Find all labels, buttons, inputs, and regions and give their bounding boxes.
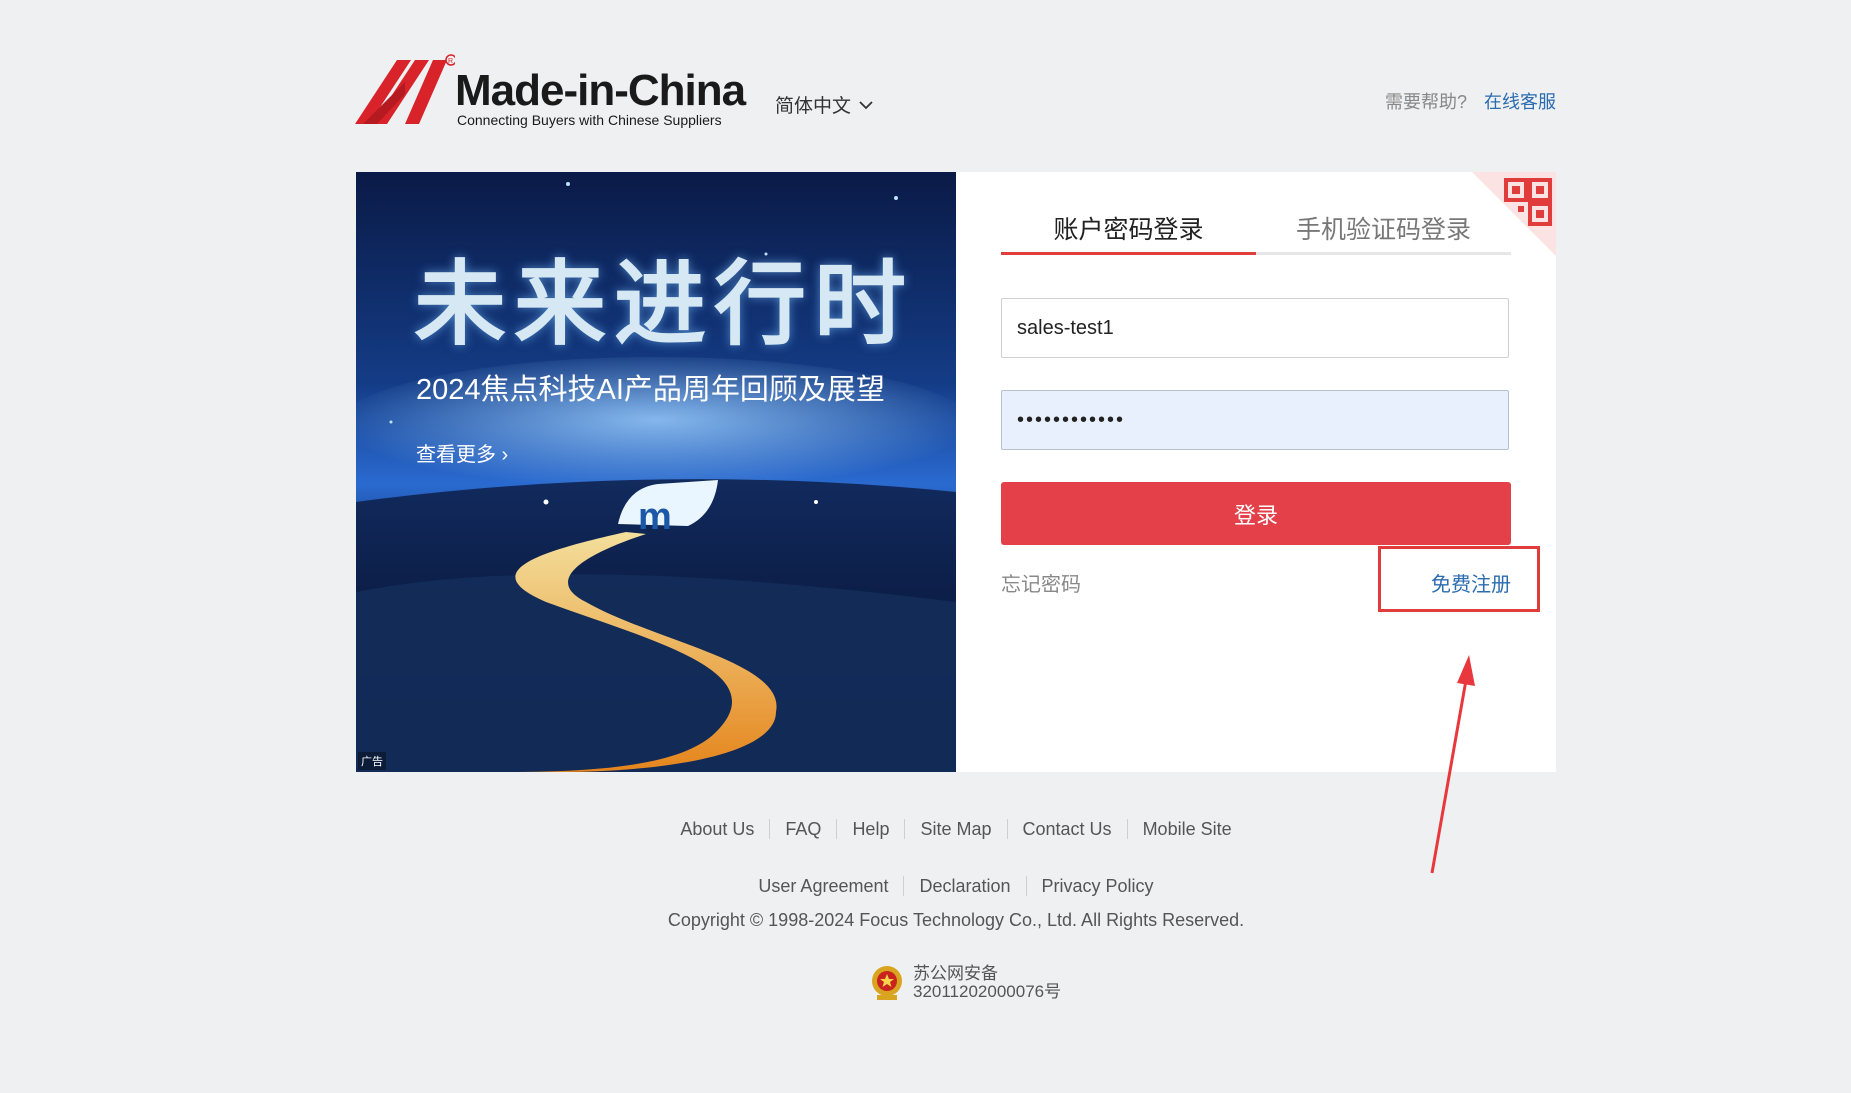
footer-link-help[interactable]: Help	[836, 819, 904, 839]
promo-banner[interactable]: m 未来进行时 2024焦点科技AI产品周年回顾及展望 查看更多 › 广告	[356, 172, 956, 772]
banner-headline: 未来进行时	[414, 251, 915, 358]
login-tabs: 账户密码登录 手机验证码登录	[1001, 208, 1511, 255]
police-record-line1: 苏公网安备	[913, 964, 998, 983]
footer-link-about[interactable]: About Us	[665, 819, 769, 839]
forgot-password-link[interactable]: 忘记密码	[1001, 568, 1081, 597]
tab-password-login[interactable]: 账户密码登录	[1001, 208, 1256, 255]
svg-text:m: m	[638, 496, 672, 538]
login-button[interactable]: 登录	[1001, 482, 1511, 545]
help-area: 需要帮助? 在线客服	[1385, 88, 1556, 114]
footer-link-user-agreement[interactable]: User Agreement	[743, 876, 903, 896]
police-badge-icon	[872, 966, 902, 1000]
footer-link-privacy[interactable]: Privacy Policy	[1025, 876, 1169, 896]
chevron-down-icon	[859, 100, 873, 109]
language-label: 简体中文	[775, 96, 852, 117]
username-input[interactable]	[1001, 298, 1509, 358]
online-service-link[interactable]: 在线客服	[1484, 92, 1556, 112]
footer-links-primary: About Us FAQ Help Site Map Contact Us Mo…	[0, 819, 1851, 839]
login-form: 账户密码登录 手机验证码登录 登录 忘记密码 免费注册	[956, 172, 1556, 772]
free-register-link[interactable]: 免费注册	[1431, 568, 1511, 597]
made-in-china-logo[interactable]: R Made-in-China Connecting Buyers with C…	[355, 54, 746, 130]
ad-tag: 广告	[358, 752, 386, 770]
svg-text:R: R	[448, 58, 453, 65]
login-card: m 未来进行时 2024焦点科技AI产品周年回顾及展望 查看更多 › 广告 账户…	[356, 172, 1556, 772]
footer-link-contact[interactable]: Contact Us	[1006, 819, 1127, 839]
police-record-line2: 32011202000076号	[913, 982, 1062, 1001]
logo-m-icon: R	[355, 54, 455, 124]
footer-link-declaration[interactable]: Declaration	[903, 876, 1025, 896]
police-record-text: 苏公网安备 32011202000076号	[913, 965, 1061, 1001]
tab-sms-login[interactable]: 手机验证码登录	[1256, 208, 1511, 252]
footer-link-mobile[interactable]: Mobile Site	[1126, 819, 1247, 839]
logo-wordmark: Made-in-China	[455, 66, 746, 115]
login-page: R Made-in-China Connecting Buyers with C…	[0, 0, 1851, 1093]
banner-subtitle: 2024焦点科技AI产品周年回顾及展望	[416, 374, 885, 406]
help-question: 需要帮助?	[1384, 92, 1467, 112]
copyright-text: Copyright © 1998-2024 Focus Technology C…	[667, 910, 1245, 930]
banner-more-link[interactable]: 查看更多 ›	[416, 438, 508, 467]
password-input[interactable]	[1001, 390, 1509, 450]
footer-links-legal: User Agreement Declaration Privacy Polic…	[0, 876, 1851, 896]
language-select[interactable]: 简体中文	[775, 91, 873, 118]
logo-tagline: Connecting Buyers with Chinese Suppliers	[457, 112, 722, 128]
footer-link-faq[interactable]: FAQ	[769, 819, 836, 839]
footer-link-sitemap[interactable]: Site Map	[904, 819, 1006, 839]
police-record[interactable]: 苏公网安备 32011202000076号	[867, 963, 1061, 1003]
